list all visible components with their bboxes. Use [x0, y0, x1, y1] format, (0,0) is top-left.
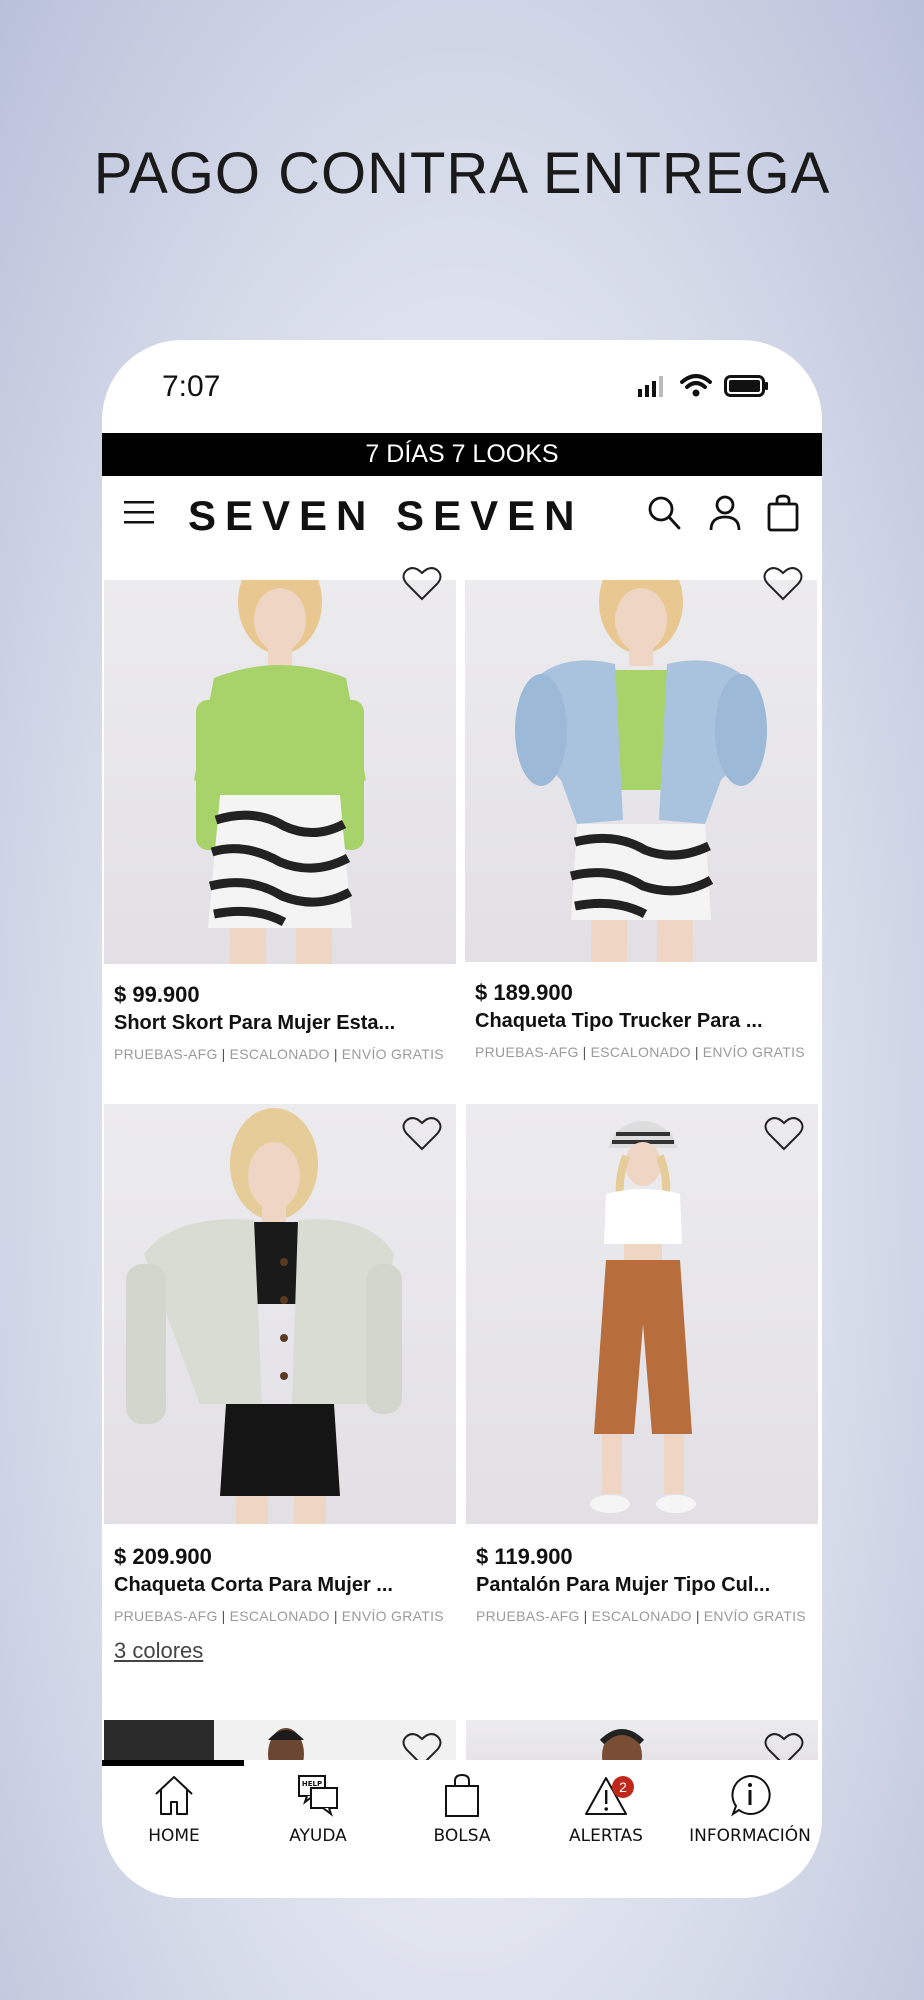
app-header: SEVEN SEVEN [102, 476, 822, 556]
product-image[interactable] [104, 580, 456, 964]
tag: ENVÍO GRATIS [341, 1046, 444, 1062]
tab-label: AYUDA [289, 1826, 347, 1846]
product-price: $ 189.900 [475, 980, 573, 1005]
heart-icon[interactable] [402, 1116, 442, 1152]
product-card[interactable]: $ 209.900 Chaqueta Corta Para Mujer ... … [104, 1104, 456, 1664]
bottom-tab-bar: HOME HELP AYUDA BOLSA 2 ALERTAS INFORMAC… [102, 1760, 822, 1898]
tab-label: INFORMACIÓN [689, 1826, 811, 1846]
account-icon[interactable] [708, 494, 742, 532]
model-illustration [515, 580, 767, 962]
model-illustration [590, 1121, 696, 1513]
model-illustration [194, 580, 366, 964]
tag: ESCALONADO [229, 1608, 330, 1624]
help-icon: HELP [298, 1775, 338, 1817]
tag: ESCALONADO [229, 1046, 330, 1062]
product-image[interactable] [466, 1104, 818, 1524]
product-tags: PRUEBAS-AFG | ESCALONADO | ENVÍO GRATIS [114, 1608, 444, 1624]
tab-label: HOME [148, 1826, 200, 1846]
heart-icon[interactable] [763, 566, 803, 602]
product-tags: PRUEBAS-AFG | ESCALONADO | ENVÍO GRATIS [114, 1046, 444, 1062]
tab-bag[interactable]: BOLSA [390, 1772, 534, 1846]
product-title[interactable]: Short Skort Para Mujer Esta... [114, 1012, 395, 1035]
status-bar: 7:07 [102, 340, 822, 432]
product-tags: PRUEBAS-AFG | ESCALONADO | ENVÍO GRATIS [476, 1608, 806, 1624]
tab-label: BOLSA [433, 1826, 491, 1846]
tab-label: ALERTAS [569, 1826, 643, 1846]
promo-banner[interactable]: 7 DÍAS 7 LOOKS [102, 433, 822, 476]
heart-icon[interactable] [764, 1116, 804, 1152]
product-card[interactable]: $ 99.900 Short Skort Para Mujer Esta... … [104, 567, 456, 1100]
alerts-badge: 2 [612, 1776, 634, 1798]
tag: ENVÍO GRATIS [702, 1044, 805, 1060]
battery-icon [724, 375, 768, 397]
tag: ESCALONADO [591, 1608, 692, 1624]
tag: ENVÍO GRATIS [703, 1608, 806, 1624]
help-icon-text: HELP [302, 1780, 322, 1788]
bag-icon[interactable] [766, 494, 800, 532]
tag: PRUEBAS-AFG [476, 1608, 580, 1624]
product-price: $ 99.900 [114, 982, 200, 1007]
tag: ENVÍO GRATIS [341, 1608, 444, 1624]
tab-info[interactable]: INFORMACIÓN [678, 1772, 822, 1846]
status-time: 7:07 [162, 370, 221, 403]
headline: PAGO CONTRA ENTREGA [93, 141, 831, 206]
model-illustration [126, 1108, 402, 1524]
active-tab-indicator [102, 1760, 244, 1766]
bag-icon [445, 1773, 479, 1817]
product-title[interactable]: Pantalón Para Mujer Tipo Cul... [476, 1574, 770, 1597]
product-card[interactable]: $ 189.900 Chaqueta Tipo Trucker Para ...… [465, 567, 817, 1100]
menu-icon[interactable] [124, 496, 156, 528]
brand-logo[interactable]: SEVEN SEVEN [188, 488, 583, 544]
tag: PRUEBAS-AFG [475, 1044, 579, 1060]
signal-icon [638, 376, 663, 397]
search-icon[interactable] [646, 494, 682, 532]
product-image[interactable] [104, 1104, 456, 1524]
product-image[interactable] [465, 580, 817, 962]
heart-icon[interactable] [402, 566, 442, 602]
tag: ESCALONADO [590, 1044, 691, 1060]
home-icon [155, 1776, 193, 1815]
product-card[interactable]: $ 119.900 Pantalón Para Mujer Tipo Cul..… [466, 1104, 818, 1664]
tag: PRUEBAS-AFG [114, 1608, 218, 1624]
product-price: $ 119.900 [476, 1544, 573, 1569]
tag: PRUEBAS-AFG [114, 1046, 218, 1062]
product-price: $ 209.900 [114, 1544, 212, 1569]
product-tags: PRUEBAS-AFG | ESCALONADO | ENVÍO GRATIS [475, 1044, 805, 1060]
color-options-link[interactable]: 3 colores [114, 1638, 203, 1664]
wifi-icon [680, 374, 712, 397]
tab-home[interactable]: HOME [102, 1772, 246, 1846]
tab-help[interactable]: HELP AYUDA [246, 1772, 390, 1846]
phone-frame: 7:07 7 DÍAS 7 LOOKS SEVEN SEVEN $ 99.900… [102, 340, 822, 1898]
tab-alerts[interactable]: 2 ALERTAS [534, 1772, 678, 1846]
product-title[interactable]: Chaqueta Corta Para Mujer ... [114, 1574, 393, 1597]
info-icon [730, 1774, 771, 1817]
product-title[interactable]: Chaqueta Tipo Trucker Para ... [475, 1010, 763, 1033]
